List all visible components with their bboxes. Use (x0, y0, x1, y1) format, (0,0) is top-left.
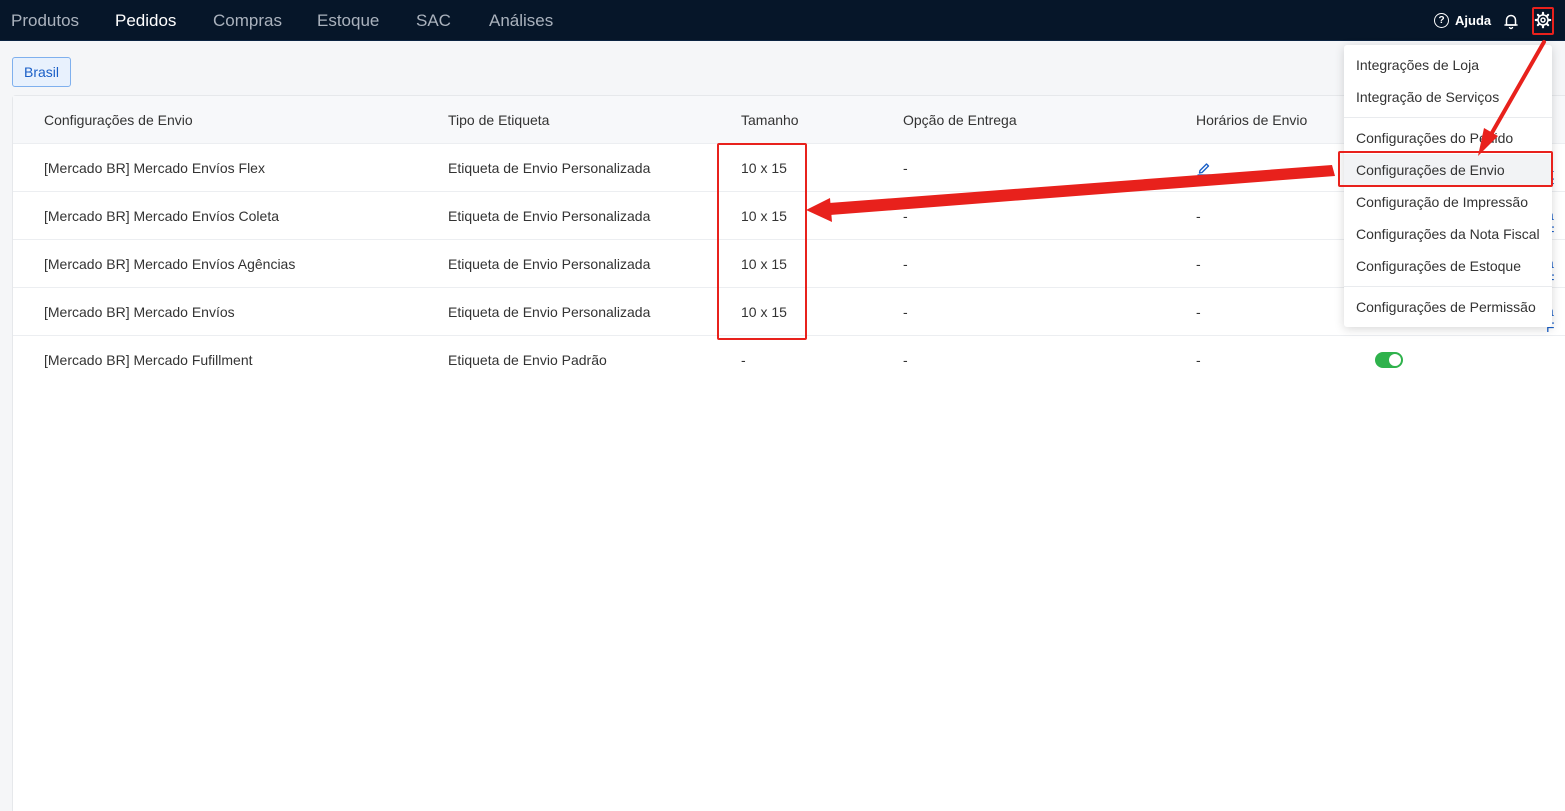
row-config-name: [Mercado BR] Mercado Envíos Flex (44, 159, 265, 176)
nav-item-sac[interactable]: SAC (416, 0, 451, 41)
row-config-name: [Mercado BR] Mercado Envíos (44, 303, 235, 320)
col-header-size: Tamanho (741, 111, 799, 128)
nav-item-compras[interactable]: Compras (213, 0, 282, 41)
help-button[interactable]: ? Ajuda (1434, 0, 1491, 41)
status-toggle[interactable] (1375, 336, 1403, 384)
col-header-schedule: Horários de Envio (1196, 111, 1308, 128)
row-delivery: - (903, 303, 908, 320)
region-tab-brasil[interactable]: Brasil (12, 57, 71, 87)
col-header-delivery: Opção de Entrega (903, 111, 1017, 128)
nav-item-analises[interactable]: Análises (489, 0, 553, 41)
annotation-box-gear (1532, 7, 1554, 35)
help-circle-icon: ? (1434, 13, 1449, 28)
row-label-type: Etiqueta de Envio Padrão (448, 352, 607, 368)
col-header-label-type: Tipo de Etiqueta (448, 111, 550, 128)
row-label-type: Etiqueta de Envio Personalizada (448, 207, 651, 224)
menu-item-config-permissao[interactable]: Configurações de Permissão (1344, 291, 1552, 323)
table-header: Configurações de Envio Tipo de Etiqueta … (13, 96, 1565, 144)
menu-item-integracoes-loja[interactable]: Integrações de Loja (1344, 49, 1552, 81)
annotation-box-size-column (717, 143, 807, 340)
menu-item-config-nota-fiscal[interactable]: Configurações da Nota Fiscal (1344, 218, 1552, 250)
row-delivery: - (903, 159, 908, 176)
row-delivery: - (903, 352, 908, 368)
row-label-type: Etiqueta de Envio Personalizada (448, 303, 651, 320)
row-delivery: - (903, 207, 908, 224)
row-size: - (741, 352, 746, 368)
top-nav-bar: Produtos Pedidos Compras Estoque SAC Aná… (0, 0, 1565, 41)
col-header-config: Configurações de Envio (44, 111, 193, 128)
row-schedule: - (1196, 255, 1201, 272)
nav-item-pedidos[interactable]: Pedidos (115, 0, 176, 41)
row-schedule: - (1196, 352, 1201, 368)
table-row: [Mercado BR] Mercado Fufillment Etiqueta… (13, 336, 1565, 384)
nav-item-estoque[interactable]: Estoque (317, 0, 379, 41)
menu-item-integracao-servicos[interactable]: Integração de Serviços (1344, 81, 1552, 113)
help-label: Ajuda (1455, 13, 1492, 28)
row-schedule-edit[interactable] (1196, 144, 1212, 191)
row-schedule: - (1196, 207, 1201, 224)
row-schedule: - (1196, 303, 1201, 320)
row-delivery: - (903, 255, 908, 272)
menu-item-config-impressao[interactable]: Configuração de Impressão (1344, 186, 1552, 218)
row-config-name: [Mercado BR] Mercado Envíos Coleta (44, 207, 279, 224)
menu-divider (1344, 286, 1552, 287)
row-label-type: Etiqueta de Envio Personalizada (448, 159, 651, 176)
nav-item-produtos[interactable]: Produtos (11, 0, 79, 41)
edit-icon[interactable] (1196, 160, 1212, 176)
menu-item-config-estoque[interactable]: Configurações de Estoque (1344, 250, 1552, 282)
menu-divider (1344, 117, 1552, 118)
annotation-box-menu-item (1338, 151, 1553, 187)
row-config-name: [Mercado BR] Mercado Fufillment (44, 352, 253, 368)
row-label-type: Etiqueta de Envio Personalizada (448, 255, 651, 272)
toggle-switch[interactable] (1375, 352, 1403, 368)
bell-icon[interactable] (1502, 12, 1520, 30)
menu-item-config-pedido[interactable]: Configurações do Pedido (1344, 122, 1552, 154)
row-config-name: [Mercado BR] Mercado Envíos Agências (44, 255, 296, 272)
